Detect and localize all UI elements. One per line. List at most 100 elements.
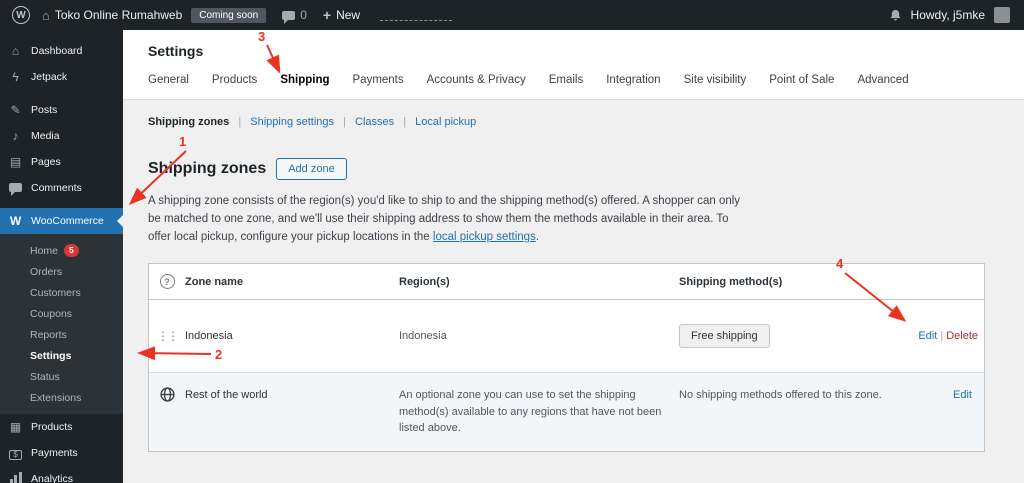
help-icon[interactable]: ?	[159, 274, 175, 290]
submenu-item-label: Coupons	[30, 307, 73, 320]
home-icon: ⌂	[42, 7, 50, 23]
submenu-item-label: Customers	[30, 286, 81, 299]
sidebar-item-label: Jetpack	[31, 71, 68, 83]
submenu-item-home[interactable]: Home 5	[0, 240, 123, 261]
user-avatar[interactable]	[994, 7, 1010, 23]
sidebar-item-analytics[interactable]: Analytics	[0, 466, 123, 483]
submenu-item-label: Orders	[30, 265, 63, 278]
submenu-item-label: Status	[30, 370, 60, 383]
plus-icon: +	[322, 7, 332, 23]
edit-zone-link[interactable]: Edit	[953, 389, 972, 401]
admin-bar: W ⌂ Toko Online Rumahweb Coming soon 0 +…	[0, 0, 1024, 30]
tab-accounts-privacy[interactable]: Accounts & Privacy	[427, 74, 526, 86]
submenu-item-customers[interactable]: Customers	[0, 282, 123, 303]
sidebar-item-label: Pages	[31, 156, 61, 168]
sidebar-item-label: Payments	[31, 447, 78, 459]
subnav-local-pickup[interactable]: Local pickup	[415, 116, 476, 128]
submenu-item-coupons[interactable]: Coupons	[0, 303, 123, 324]
subnav-shipping-settings[interactable]: Shipping settings	[250, 116, 334, 128]
subnav-classes[interactable]: Classes	[355, 116, 394, 128]
tab-advanced[interactable]: Advanced	[857, 74, 908, 86]
sidebar-item-pages[interactable]: ▤ Pages	[0, 149, 123, 175]
sidebar-item-label: Comments	[31, 182, 82, 194]
submenu-item-settings[interactable]: Settings	[0, 345, 123, 366]
col-header-zone-name: Zone name	[185, 275, 244, 288]
home-count-badge: 5	[64, 244, 79, 257]
subnav-shipping-zones[interactable]: Shipping zones	[148, 116, 229, 128]
submenu-item-status[interactable]: Status	[0, 366, 123, 387]
submenu-item-extensions[interactable]: Extensions	[0, 387, 123, 408]
zone-actions: Edit | Delete	[918, 330, 978, 343]
zone-regions: Indonesia	[399, 330, 447, 343]
submenu-item-label: Settings	[30, 349, 72, 362]
woocommerce-submenu: Home 5 Orders Customers Coupons Reports …	[0, 234, 123, 414]
comments-icon	[8, 181, 23, 196]
delete-zone-link[interactable]: Delete	[946, 330, 978, 342]
free-shipping-method-chip[interactable]: Free shipping	[679, 324, 770, 349]
pages-icon: ▤	[9, 155, 22, 169]
wordpress-logo-icon[interactable]: W	[12, 6, 30, 24]
local-pickup-settings-link[interactable]: local pickup settings	[433, 231, 536, 243]
jetpack-icon: ϟ	[12, 70, 19, 84]
drag-handle-icon[interactable]: ⋮⋮	[157, 329, 179, 343]
dashboard-icon: ⌂	[11, 44, 20, 58]
tab-point-of-sale[interactable]: Point of Sale	[769, 74, 834, 86]
edit-zone-link[interactable]: Edit	[918, 330, 937, 342]
zone-name[interactable]: Indonesia	[185, 306, 399, 366]
shipping-zones-description: A shipping zone consists of the region(s…	[148, 193, 748, 246]
notifications-bell-icon[interactable]	[889, 9, 902, 22]
wordpress-admin-screen: W ⌂ Toko Online Rumahweb Coming soon 0 +…	[0, 0, 1024, 483]
submenu-item-label: Reports	[30, 328, 67, 341]
main-content: Settings General Products Shipping Payme…	[123, 30, 1024, 483]
sidebar-item-jetpack[interactable]: ϟ Jetpack	[0, 64, 123, 90]
tab-payments[interactable]: Payments	[353, 74, 404, 86]
col-header-regions: Region(s)	[399, 275, 450, 288]
sidebar-item-comments[interactable]: Comments	[0, 175, 123, 201]
sidebar-item-media[interactable]: ♪ Media	[0, 123, 123, 149]
tab-site-visibility[interactable]: Site visibility	[684, 74, 747, 86]
shipping-zones-table: ? Zone name Region(s) Shipping method(s)…	[148, 263, 985, 452]
tab-emails[interactable]: Emails	[549, 74, 584, 86]
tab-shipping[interactable]: Shipping	[280, 74, 329, 86]
tab-general[interactable]: General	[148, 74, 189, 86]
settings-header: Settings General Products Shipping Payme…	[123, 30, 1024, 100]
col-header-shipping-methods: Shipping method(s)	[679, 275, 783, 288]
comments-count: 0	[300, 8, 307, 22]
tab-integration[interactable]: Integration	[606, 74, 660, 86]
page-title: Settings	[148, 43, 204, 59]
sidebar-item-label: Products	[31, 421, 73, 433]
woocommerce-icon: W	[9, 214, 22, 228]
description-text: .	[535, 230, 540, 243]
tab-products[interactable]: Products	[212, 74, 257, 86]
sidebar-item-label: WooCommerce	[31, 215, 104, 227]
shipping-content: Shipping zones | Shipping settings | Cla…	[123, 100, 1024, 468]
add-zone-button[interactable]: Add zone	[276, 158, 347, 180]
settings-tabs: General Products Shipping Payments Accou…	[148, 74, 999, 99]
sidebar-item-woocommerce[interactable]: W WooCommerce	[0, 208, 123, 234]
table-header-row: ? Zone name Region(s) Shipping method(s)	[149, 264, 984, 301]
sidebar-item-label: Media	[31, 130, 60, 142]
admin-sidebar: ⌂ Dashboard ϟ Jetpack ✎ Posts ♪ Media ▤ …	[0, 30, 123, 483]
redacted-admin-bar-item	[380, 9, 453, 21]
zone-name[interactable]: Rest of the world	[185, 373, 399, 418]
comments-icon	[282, 10, 296, 24]
sidebar-item-posts[interactable]: ✎ Posts	[0, 97, 123, 123]
sidebar-item-dashboard[interactable]: ⌂ Dashboard	[0, 38, 123, 64]
site-name-menu[interactable]: ⌂ Toko Online Rumahweb Coming soon	[34, 0, 274, 30]
submenu-item-orders[interactable]: Orders	[0, 261, 123, 282]
payments-icon: $	[8, 446, 23, 460]
table-row-rest-of-world: Rest of the world An optional zone you c…	[149, 372, 984, 451]
submenu-item-label: Home	[30, 244, 59, 257]
howdy-account-menu[interactable]: Howdy, j5mke	[911, 8, 985, 22]
shipping-subnav: Shipping zones | Shipping settings | Cla…	[148, 116, 477, 128]
new-content-menu[interactable]: + New	[315, 0, 368, 30]
zone-regions: An optional zone you can use to set the …	[399, 389, 662, 435]
site-name: Toko Online Rumahweb	[54, 8, 183, 22]
submenu-item-reports[interactable]: Reports	[0, 324, 123, 345]
admin-bar-comments[interactable]: 0	[274, 0, 315, 30]
posts-icon: ✎	[10, 103, 21, 117]
sidebar-item-label: Posts	[31, 104, 58, 116]
sidebar-item-products[interactable]: ▦ Products	[0, 414, 123, 440]
sidebar-item-payments[interactable]: $ Payments	[0, 440, 123, 466]
analytics-icon	[8, 472, 23, 483]
